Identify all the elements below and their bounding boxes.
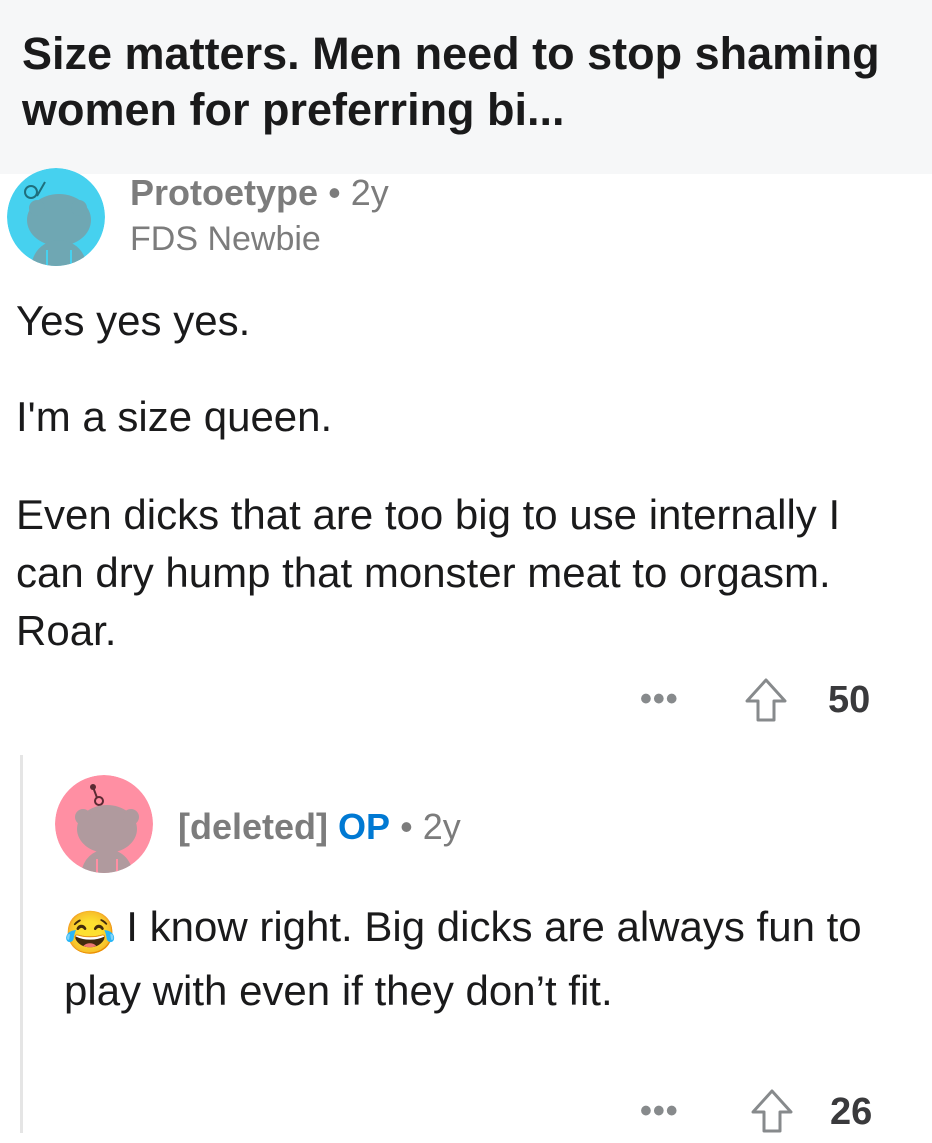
- meta-separator: •: [328, 172, 341, 213]
- comment-text: I know right. Big dicks are always fun t…: [64, 903, 862, 1014]
- upvote-arrow-icon[interactable]: [750, 1088, 794, 1143]
- vote-score: 26: [830, 1091, 873, 1133]
- op-badge: OP: [338, 806, 391, 847]
- comment-body: 😂 I know right. Big dicks are always fun …: [64, 898, 904, 1020]
- comment-author[interactable]: [deleted]: [178, 806, 328, 847]
- comment-body: Yes yes yes. I'm a size queen. Even dick…: [16, 292, 916, 660]
- post-title[interactable]: Size matters. Men need to stop shaming w…: [22, 26, 902, 138]
- more-options-button[interactable]: •••: [640, 680, 679, 719]
- avatar[interactable]: [7, 168, 105, 266]
- comment-meta: [deleted] OP • 2y: [178, 806, 461, 848]
- comment-author[interactable]: Protoetype: [130, 172, 318, 213]
- post-title-bar: Size matters. Men need to stop shaming w…: [0, 0, 932, 174]
- comment-meta: Protoetype • 2y: [130, 172, 389, 214]
- meta-separator: •: [400, 806, 413, 847]
- comment-paragraph: Even dicks that are too big to use inter…: [16, 491, 841, 654]
- avatar[interactable]: [55, 775, 153, 873]
- comment-age: 2y: [350, 172, 389, 213]
- user-flair: FDS Newbie: [130, 220, 321, 258]
- comment-paragraph: I'm a size queen.: [16, 393, 333, 440]
- comment-age: 2y: [422, 806, 461, 847]
- more-options-button[interactable]: •••: [640, 1092, 679, 1131]
- thread-line[interactable]: [20, 755, 23, 1133]
- comment-paragraph: 😂 I know right. Big dicks are always fun …: [64, 898, 904, 1020]
- tears-of-joy-emoji: 😂: [64, 909, 117, 956]
- upvote-arrow-icon[interactable]: [744, 677, 788, 732]
- comment-paragraph: Yes yes yes.: [16, 297, 251, 344]
- vote-score: 50: [828, 679, 871, 721]
